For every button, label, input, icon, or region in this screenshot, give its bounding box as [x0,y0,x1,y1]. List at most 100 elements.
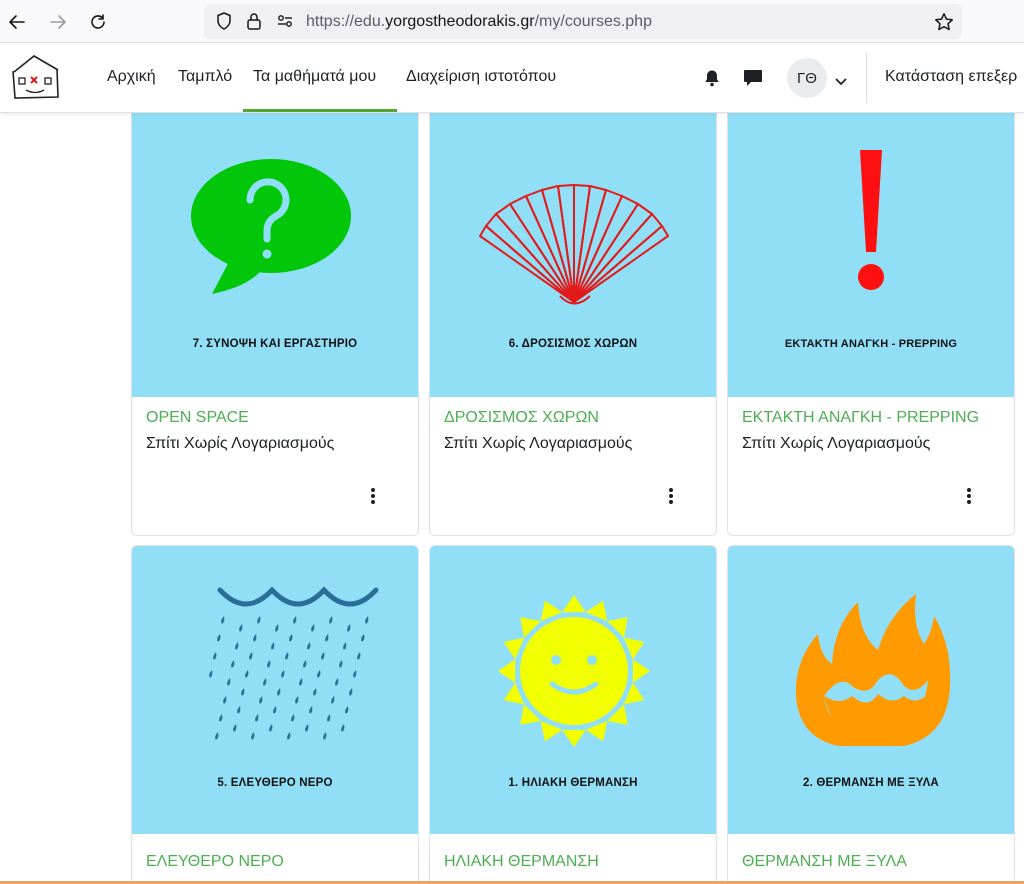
rain-drop [345,706,349,714]
rain-drop [253,634,257,642]
notifications-button[interactable] [703,69,721,92]
rain-drop [291,714,295,722]
rain-drop [267,660,271,668]
rain-drop [289,634,293,642]
rain-drop [209,670,213,678]
nav-dashboard[interactable]: Ταμπλό [178,68,232,86]
course-card[interactable]: 5. ΕΛΕΥΘΕΡΟ ΝΕΡΟ ΕΛΕΥΘΕΡΟ ΝΕΡΟ [131,545,419,884]
rain-drop [245,670,249,678]
fire-icon [795,594,951,746]
course-card[interactable]: 7. ΣΥΝΟΨΗ ΚΑΙ ΕΡΓΑΣΤΗΡΙΟ OPEN SPACE Σπίτ… [131,113,419,536]
back-button[interactable] [4,9,30,35]
rain-drop [299,678,303,686]
rain-drop [223,696,227,704]
course-card[interactable]: 1. ΗΛΙΑΚΗ ΘΕΡΜΑΝΣΗ ΗΛΙΑΚΗ ΘΕΡΜΑΝΣΗ [429,545,717,884]
rain-drop [361,634,365,642]
site-permissions-icon [278,15,292,27]
rain-drop [293,616,297,624]
course-name-link[interactable]: ΔΡΟΣΙΣΜΟΣ ΧΩΡΩΝ [444,409,599,427]
course-name-link[interactable]: ΘΕΡΜΑΝΣΗ ΜΕ ΞΥΛΑ [742,853,907,871]
sun-ray [540,720,563,742]
rain-drop [233,724,237,732]
rain-drop [215,732,219,740]
rain-drop [309,706,313,714]
course-actions-menu[interactable] [666,486,676,506]
rain-drop [339,660,343,668]
rain-cloud-icon [209,586,379,740]
rain-drop [277,688,281,696]
course-image-caption: 5. ΕΛΕΥΘΕΡΟ ΝΕΡΟ [217,777,333,789]
edit-mode-label[interactable]: Κατάσταση επεξερ [885,68,1017,86]
rain-drop [239,624,243,632]
sun-ray [623,637,645,660]
course-image[interactable]: ΕΚΤΑΚΤΗ ΑΝΑΓΚΗ - PREPPING [728,113,1014,397]
rain-drop [341,724,345,732]
rain-drop [311,624,315,632]
sun-ray [562,729,586,747]
rain-drop [347,624,351,632]
rain-drop [273,706,277,714]
course-name-link[interactable]: ΕΛΕΥΘΕΡΟ ΝΕΡΟ [146,853,284,871]
user-menu-toggle[interactable] [835,73,847,91]
shield-icon [217,12,231,30]
rain-drop [329,616,333,624]
rain-drop [217,634,221,642]
sun-ray [503,637,525,660]
sun-ray [540,600,563,622]
user-avatar[interactable]: ΓΘ [787,58,827,98]
reload-button[interactable] [85,9,111,35]
address-bar[interactable]: https://edu.yorgostheodorakis.gr/my/cour… [204,4,962,39]
course-actions-menu[interactable] [964,486,974,506]
site-logo[interactable] [10,52,62,102]
sun-ray [632,659,650,683]
rain-drop [235,642,239,650]
chevron-down-icon [835,78,847,85]
rain-drop [331,696,335,704]
course-card[interactable]: 6. ΔΡΟΣΙΣΜΟΣ ΧΩΡΩΝ ΔΡΟΣΙΣΜΟΣ ΧΩΡΩΝ Σπίτι… [429,113,717,536]
course-card[interactable]: ΕΚΤΑΚΤΗ ΑΝΑΓΚΗ - PREPPING ΕΚΤΑΚΤΗ ΑΝΑΓΚΗ… [727,113,1015,536]
course-name-link[interactable]: OPEN SPACE [146,409,249,427]
kebab-dot [669,488,673,492]
nav-site-admin[interactable]: Διαχείριση ιστοτόπου [406,68,556,86]
rain-drop [285,652,289,660]
course-name-link[interactable]: ΗΛΙΑΚΗ ΘΕΡΜΑΝΣΗ [444,853,599,871]
rain-drop [219,714,223,722]
sun-ray [623,682,645,705]
course-image[interactable]: 2. ΘΕΡΜΑΝΣΗ ΜΕ ΞΥΛΑ [728,546,1014,834]
course-name-link[interactable]: ΕΚΤΑΚΤΗ ΑΝΑΓΚΗ - PREPPING [742,409,979,427]
rain-drop [275,624,279,632]
arrow-right-icon [50,15,66,29]
course-image[interactable]: 6. ΔΡΟΣΙΣΜΟΣ ΧΩΡΩΝ [430,113,716,397]
messages-button[interactable] [743,69,763,92]
hand-fan-icon [479,184,669,305]
rain-drop [227,678,231,686]
rain-drop [257,616,261,624]
rain-drop [251,732,255,740]
course-image[interactable]: 1. ΗΛΙΑΚΗ ΘΕΡΜΑΝΣΗ [430,546,716,834]
kebab-dot [371,500,375,504]
course-image-caption: 7. ΣΥΝΟΨΗ ΚΑΙ ΕΡΓΑΣΤΗΡΙΟ [192,338,358,350]
kebab-dot [669,500,673,504]
course-image[interactable]: 5. ΕΛΕΥΘΕΡΟ ΝΕΡΟ [132,546,418,834]
exclamation-icon [858,150,884,290]
reload-icon [91,14,105,29]
sun-ray [498,659,516,683]
sun-ray [585,600,608,622]
rain-drop [325,634,329,642]
nav-home[interactable]: Αρχική [107,68,156,86]
arrow-left-icon [9,15,25,29]
url-text[interactable]: https://edu.yorgostheodorakis.gr/my/cour… [306,13,652,31]
navbar-divider [866,53,867,103]
rain-drop [237,706,241,714]
rain-drop [259,696,263,704]
course-actions-menu[interactable] [368,486,378,506]
course-image-caption: 6. ΔΡΟΣΙΣΜΟΣ ΧΩΡΩΝ [508,338,638,350]
bookmark-star-icon[interactable] [934,12,954,32]
nav-my-courses[interactable]: Τα μαθήματά μου [253,68,376,86]
rain-drop [281,670,285,678]
forward-button[interactable] [45,9,71,35]
bell-icon [705,70,719,87]
course-image[interactable]: 7. ΣΥΝΟΨΗ ΚΑΙ ΕΡΓΑΣΤΗΡΙΟ [132,113,418,397]
browser-toolbar: https://edu.yorgostheodorakis.gr/my/cour… [0,0,1024,43]
course-card[interactable]: 2. ΘΕΡΜΑΝΣΗ ΜΕ ΞΥΛΑ ΘΕΡΜΑΝΣΗ ΜΕ ΞΥΛΑ [727,545,1015,884]
